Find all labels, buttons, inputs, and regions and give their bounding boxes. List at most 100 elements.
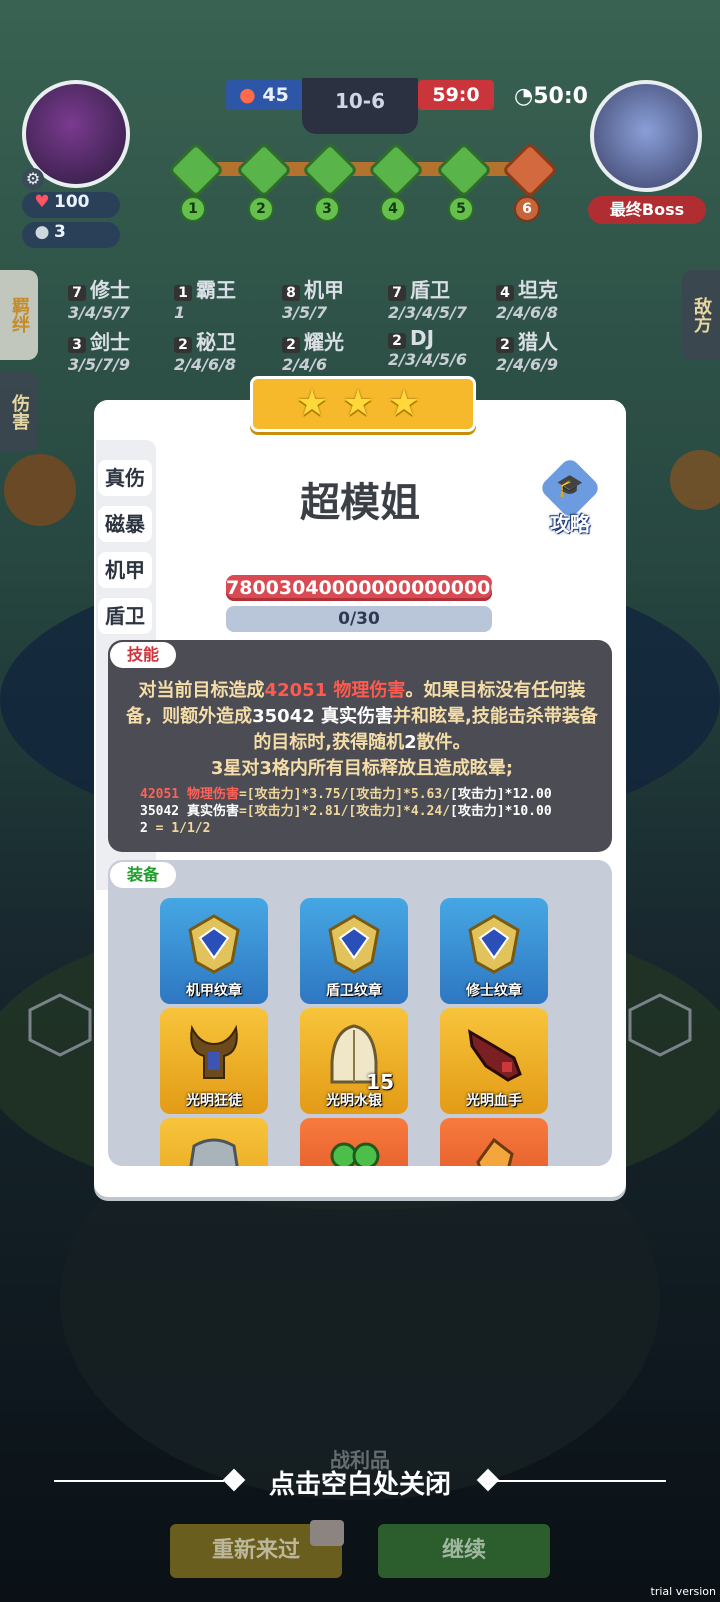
close-hint[interactable]: 点击空白处关闭 <box>0 1464 720 1501</box>
skill-reward-count: 2 <box>404 732 417 753</box>
hero-mana-bar: 0/30 <box>226 606 492 632</box>
trait-count: 8 <box>282 285 300 301</box>
trait-count: 2 <box>388 333 406 349</box>
equip-item[interactable] <box>160 1118 268 1166</box>
trait-levels: 3/4/5/7 <box>68 303 131 322</box>
star-icon: ★ <box>341 383 375 424</box>
guide-label: 攻略 <box>550 512 590 536</box>
equip-item[interactable] <box>300 1118 408 1166</box>
star-ribbon: ★ ★ ★ <box>250 376 476 432</box>
trait-name: DJ <box>410 326 435 350</box>
stage-num-6: 6 <box>514 196 540 222</box>
tab-damage[interactable]: 伤害 <box>0 372 38 452</box>
tab-magnetic[interactable]: 磁暴 <box>98 506 152 542</box>
horned-armor-icon <box>190 1024 238 1079</box>
trait-name: 坦克 <box>518 278 558 302</box>
stage-num-5: 5 <box>448 196 474 222</box>
formula-body: =[攻击力]*2.81/[攻击力]*4.24/ <box>238 804 451 819</box>
equip-item[interactable]: 修士纹章 <box>440 898 548 1004</box>
trait-item: 2 秘卫 2/4/6/8 <box>174 326 236 374</box>
trait-name: 猎人 <box>518 330 558 354</box>
player-coins-value: 3 <box>54 222 66 242</box>
trait-count: 4 <box>496 285 514 301</box>
blue-score-value: 45 <box>262 84 289 106</box>
trait-count: 7 <box>388 285 406 301</box>
settings-gear-icon[interactable]: ⚙ <box>22 168 44 190</box>
trait-levels: 2/3/4/5/6 <box>388 350 468 369</box>
trait-levels: 2/4/6/9 <box>496 355 559 374</box>
player-hp-value: 100 <box>54 192 90 212</box>
trait-levels: 2/4/6/8 <box>174 355 237 374</box>
round-timer: ◔50:0 <box>514 84 588 109</box>
armor-icon <box>189 1138 239 1166</box>
tab-true-damage[interactable]: 真伤 <box>98 460 152 496</box>
tab-shield[interactable]: 盾卫 <box>98 598 152 634</box>
trait-item: 1 霸王 1 <box>174 274 236 322</box>
trait-count: 7 <box>68 285 86 301</box>
hero-name: 超模姐 <box>300 480 420 526</box>
star-icon: ★ <box>295 383 329 424</box>
equip-item[interactable]: 光明狂徒 <box>160 1008 268 1114</box>
skill-tag: 技能 <box>110 642 176 668</box>
trait-count: 2 <box>496 337 514 353</box>
equip-item[interactable]: 15 光明水银 <box>300 1008 408 1114</box>
guide-button[interactable]: 🎓 攻略 <box>536 456 604 536</box>
emblem-icon <box>468 914 520 974</box>
video-ad-icon <box>310 1520 344 1546</box>
skill-text-part: 散件。 <box>416 732 471 753</box>
equip-label: 修士纹章 <box>466 983 522 999</box>
blue-score: ● 45 <box>226 80 302 110</box>
blood-gauntlet-icon <box>468 1029 522 1082</box>
trait-levels: 3/5/7/9 <box>68 355 131 374</box>
star-icon: ★ <box>387 383 421 424</box>
trait-item: 2 DJ 2/3/4/5/6 <box>388 326 467 369</box>
hero-hp-bar: 780030400000000000000 <box>226 575 504 601</box>
crystal-icon <box>476 1137 514 1166</box>
equip-label: 盾卫纹章 <box>326 983 382 999</box>
formula-row: 2 = 1/1/2 <box>140 820 600 837</box>
emblem-icon <box>328 914 380 974</box>
heart-icon: ♥ <box>34 192 50 212</box>
trait-levels: 2/3/4/5/7 <box>388 303 468 322</box>
tab-synergy[interactable]: 羁绊 <box>0 270 38 360</box>
flame-icon: ● <box>239 84 256 106</box>
equipment-panel: 机甲纹章 盾卫纹章 修士纹章 光明狂徒 15 光明水银 光明血手 <box>108 860 612 1166</box>
formula-tail: [攻击力]*10.00 <box>450 804 552 819</box>
formula-head: 2 <box>140 821 148 836</box>
trait-name: 秘卫 <box>196 330 236 354</box>
emblem-icon <box>188 914 240 974</box>
skill-damage-physical: 42051 物理伤害 <box>264 680 406 701</box>
trait-item: 2 猎人 2/4/6/9 <box>496 326 558 374</box>
trait-item: 3 剑士 3/5/7/9 <box>68 326 130 374</box>
trait-levels: 1 <box>174 303 186 322</box>
equip-label: 机甲纹章 <box>186 983 242 999</box>
tab-enemy[interactable]: 敌方 <box>682 270 720 360</box>
continue-button[interactable]: 继续 <box>378 1524 550 1578</box>
stage-num-2: 2 <box>248 196 274 222</box>
trait-item: 4 坦克 2/4/6/8 <box>496 274 558 322</box>
stage-indicator: 10-6 <box>302 78 418 134</box>
skill-description: 对当前目标造成42051 物理伤害。如果目标没有任何装备，则额外造成35042 … <box>124 678 600 782</box>
stage-num-3: 3 <box>314 196 340 222</box>
skill-formula: 42051 物理伤害=[攻击力]*3.75/[攻击力]*5.63/[攻击力]*1… <box>140 786 600 837</box>
trait-name: 修士 <box>90 278 130 302</box>
player-coins-pill: ● 3 <box>22 222 120 248</box>
potion-icon <box>330 1142 380 1166</box>
equip-item[interactable]: 光明血手 <box>440 1008 548 1114</box>
graduation-cap-icon: 🎓 <box>556 474 584 499</box>
trait-item: 7 修士 3/4/5/7 <box>68 274 130 322</box>
trait-count: 2 <box>282 337 300 353</box>
equip-item[interactable]: 盾卫纹章 <box>300 898 408 1004</box>
equip-item[interactable] <box>440 1118 548 1166</box>
tab-mech[interactable]: 机甲 <box>98 552 152 588</box>
boss-avatar[interactable] <box>590 80 702 192</box>
formula-head: 35042 真实伤害 <box>140 804 239 819</box>
trait-name: 机甲 <box>304 278 344 302</box>
equip-tag: 装备 <box>110 862 176 888</box>
equip-item[interactable]: 机甲纹章 <box>160 898 268 1004</box>
trait-levels: 3/5/7 <box>282 303 328 322</box>
stage-num-1: 1 <box>180 196 206 222</box>
formula-row: 35042 真实伤害=[攻击力]*2.81/[攻击力]*4.24/[攻击力]*1… <box>140 803 600 820</box>
formula-body: = 1/1/2 <box>147 821 211 836</box>
trait-levels: 2/4/6 <box>282 355 328 374</box>
